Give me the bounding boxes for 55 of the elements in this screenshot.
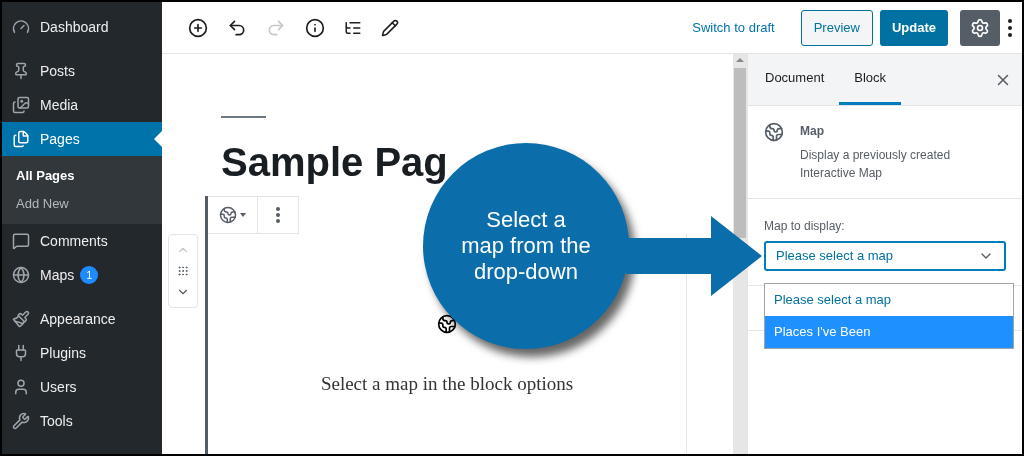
menu-icon — [12, 130, 30, 148]
undo-icon[interactable] — [227, 17, 247, 38]
title-separator — [221, 116, 266, 118]
globe-icon — [437, 314, 457, 334]
menu-icon — [12, 266, 30, 284]
map-select[interactable]: Please select a map — [764, 241, 1006, 271]
menu-icon — [12, 378, 30, 396]
settings-button[interactable] — [960, 9, 1000, 46]
callout-text: Select a — [486, 207, 566, 233]
drag-handle-icon[interactable] — [177, 265, 189, 277]
info-icon[interactable] — [305, 17, 325, 38]
page-title[interactable]: Sample Pag — [221, 138, 733, 186]
sidebar-item[interactable]: Pages — [2, 122, 162, 156]
more-options-icon[interactable] — [1008, 18, 1012, 37]
block-options-button[interactable] — [258, 196, 299, 234]
block-description: Display a previously created Interactive Map — [800, 147, 952, 182]
add-block-icon[interactable] — [188, 17, 208, 38]
block-name: Map — [800, 123, 825, 140]
callout-text: drop-down — [474, 259, 578, 285]
pencil-icon[interactable] — [381, 18, 399, 37]
menu-icon — [12, 96, 30, 114]
submenu-item[interactable]: All Pages — [2, 162, 162, 190]
menu-icon — [12, 18, 30, 36]
sidebar-item[interactable]: Dashboard — [2, 10, 162, 44]
menu-icon — [12, 310, 30, 328]
sidebar-item[interactable]: Posts — [2, 54, 162, 88]
sidebar-item[interactable]: Appearance — [2, 302, 162, 336]
current-pointer-icon — [154, 131, 162, 147]
update-button[interactable]: Update — [879, 9, 948, 46]
count-badge: 1 — [80, 266, 99, 284]
menu-icon — [12, 412, 30, 430]
sidebar-item[interactable]: Tools — [2, 404, 162, 438]
panel-tab[interactable]: Block — [839, 54, 902, 105]
settings-icon — [970, 17, 990, 38]
globe-icon — [219, 206, 237, 224]
panel-tab[interactable]: Document — [750, 54, 840, 105]
menu-icon — [12, 232, 30, 250]
dropdown-option[interactable]: Please select a map — [765, 284, 1013, 316]
sidebar-item[interactable]: Users — [2, 370, 162, 404]
sidebar-item[interactable]: Comments — [2, 224, 162, 258]
block-message: Select a map in the block options — [320, 372, 574, 396]
sidebar-item[interactable]: Media — [2, 88, 162, 122]
callout-text: map from the — [461, 233, 591, 259]
scrollbar-thumb[interactable] — [734, 68, 746, 238]
block-type-button[interactable] — [208, 196, 258, 234]
sidebar-item[interactable]: Plugins — [2, 336, 162, 370]
preview-button[interactable]: Preview — [800, 9, 873, 46]
scrollbar[interactable] — [733, 54, 747, 454]
menu-icon — [12, 62, 30, 80]
submenu-item[interactable]: Add New — [2, 190, 162, 218]
field-label: Map to display: — [764, 218, 846, 235]
globe-icon — [764, 122, 784, 142]
switch-to-draft-link[interactable]: Switch to draft — [692, 17, 775, 38]
sidebar-item[interactable]: Maps 1 — [2, 258, 162, 292]
more-options-icon — [276, 207, 280, 223]
